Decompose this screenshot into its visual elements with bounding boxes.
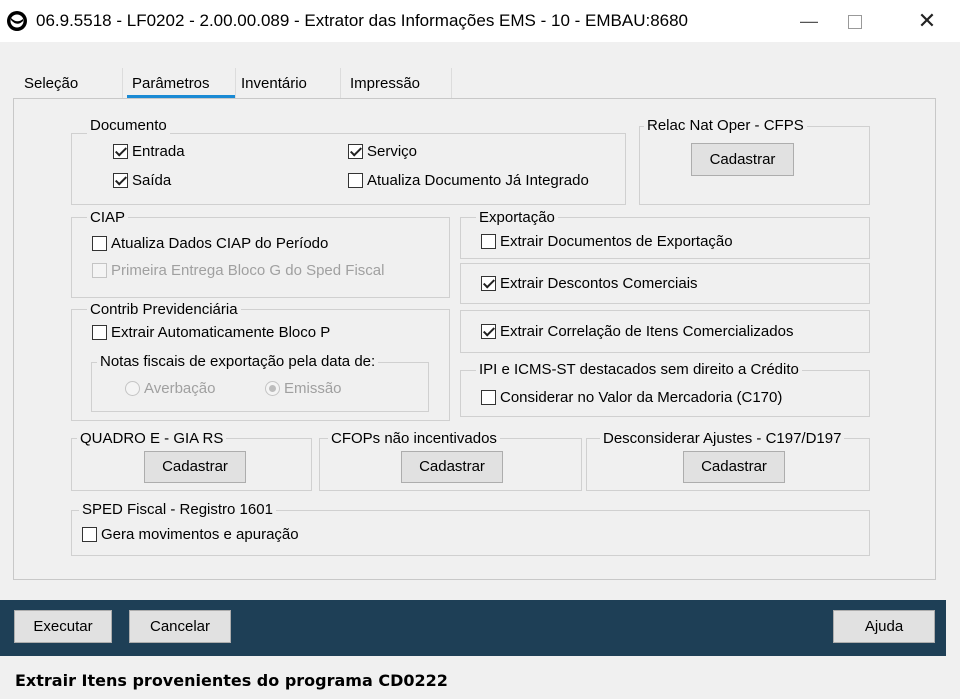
tab-parametros[interactable]: Parâmetros <box>132 73 210 95</box>
ajuda-button[interactable]: Ajuda <box>833 610 935 643</box>
checkbox-icon <box>113 173 128 188</box>
cfops-label: CFOPs não incentivados <box>328 430 500 448</box>
cfops-cadastrar-button[interactable]: Cadastrar <box>401 451 503 483</box>
atualiza-documento-checkbox[interactable]: Atualiza Documento Já Integrado <box>348 172 589 189</box>
quadro-e-label: QUADRO E - GIA RS <box>77 430 227 448</box>
quadro-e-cadastrar-button[interactable]: Cadastrar <box>144 451 246 483</box>
maximize-button[interactable] <box>832 0 878 42</box>
desconsiderar-cadastrar-button[interactable]: Cadastrar <box>683 451 785 483</box>
tab-separator <box>340 68 341 98</box>
maximize-icon <box>848 15 862 30</box>
checkbox-icon <box>92 263 107 278</box>
notas-fiscais-label: Notas fiscais de exportação pela data de… <box>97 353 379 371</box>
contrib-group-label: Contrib Previdenciária <box>87 301 241 319</box>
ciap-group <box>71 217 450 298</box>
checkbox-icon <box>92 236 107 251</box>
checkbox-icon <box>348 173 363 188</box>
atualiza-ciap-checkbox[interactable]: Atualiza Dados CIAP do Período <box>92 235 328 252</box>
checkbox-icon <box>82 527 97 542</box>
executar-button[interactable]: Executar <box>14 610 112 643</box>
close-button[interactable]: ✕ <box>904 0 950 42</box>
entrada-checkbox[interactable]: Entrada <box>113 143 185 160</box>
primeira-entrega-checkbox: Primeira Entrega Bloco G do Sped Fiscal <box>92 262 384 279</box>
considerar-valor-checkbox[interactable]: Considerar no Valor da Mercadoria (C170) <box>481 389 782 406</box>
checkbox-icon <box>481 276 496 291</box>
tab-separator <box>451 68 452 98</box>
sped-label: SPED Fiscal - Registro 1601 <box>79 501 276 519</box>
tab-separator <box>122 68 123 98</box>
desconsiderar-label: Desconsiderar Ajustes - C197/D197 <box>600 430 845 448</box>
cancelar-button[interactable]: Cancelar <box>129 610 231 643</box>
checkbox-icon <box>481 390 496 405</box>
status-text: Extrair Itens provenientes do programa C… <box>15 671 448 690</box>
averbacao-radio: Averbação <box>125 380 215 397</box>
tab-selecao[interactable]: Seleção <box>24 73 78 95</box>
relac-cadastrar-button[interactable]: Cadastrar <box>691 143 794 176</box>
checkbox-icon <box>481 234 496 249</box>
emissao-radio: Emissão <box>265 380 342 397</box>
servico-checkbox[interactable]: Serviço <box>348 143 417 160</box>
gera-movimentos-checkbox[interactable]: Gera movimentos e apuração <box>82 526 299 543</box>
relac-nat-oper-label: Relac Nat Oper - CFPS <box>644 117 807 135</box>
extrair-correlacao-checkbox[interactable]: Extrair Correlação de Itens Comercializa… <box>481 323 793 340</box>
window-title: 06.9.5518 - LF0202 - 2.00.00.089 - Extra… <box>36 11 689 30</box>
exportacao-group-label: Exportação <box>476 209 558 227</box>
totvs-logo-icon <box>6 10 28 32</box>
documento-group-label: Documento <box>87 117 170 135</box>
radio-icon <box>265 381 280 396</box>
ipi-icms-label: IPI e ICMS-ST destacados sem direito a C… <box>476 361 802 379</box>
extrair-bloco-p-checkbox[interactable]: Extrair Automaticamente Bloco P <box>92 324 330 341</box>
extrair-documentos-exportacao-checkbox[interactable]: Extrair Documentos de Exportação <box>481 233 733 250</box>
ciap-group-label: CIAP <box>87 209 129 227</box>
radio-icon <box>125 381 140 396</box>
tab-impressao[interactable]: Impressão <box>350 73 420 95</box>
checkbox-icon <box>481 324 496 339</box>
checkbox-icon <box>113 144 128 159</box>
tab-inventario[interactable]: Inventário <box>241 73 307 95</box>
tab-separator <box>235 68 236 98</box>
checkbox-icon <box>92 325 107 340</box>
minimize-button[interactable]: — <box>786 0 832 42</box>
extrair-descontos-checkbox[interactable]: Extrair Descontos Comerciais <box>481 275 698 292</box>
saida-checkbox[interactable]: Saída <box>113 172 171 189</box>
checkbox-icon <box>348 144 363 159</box>
